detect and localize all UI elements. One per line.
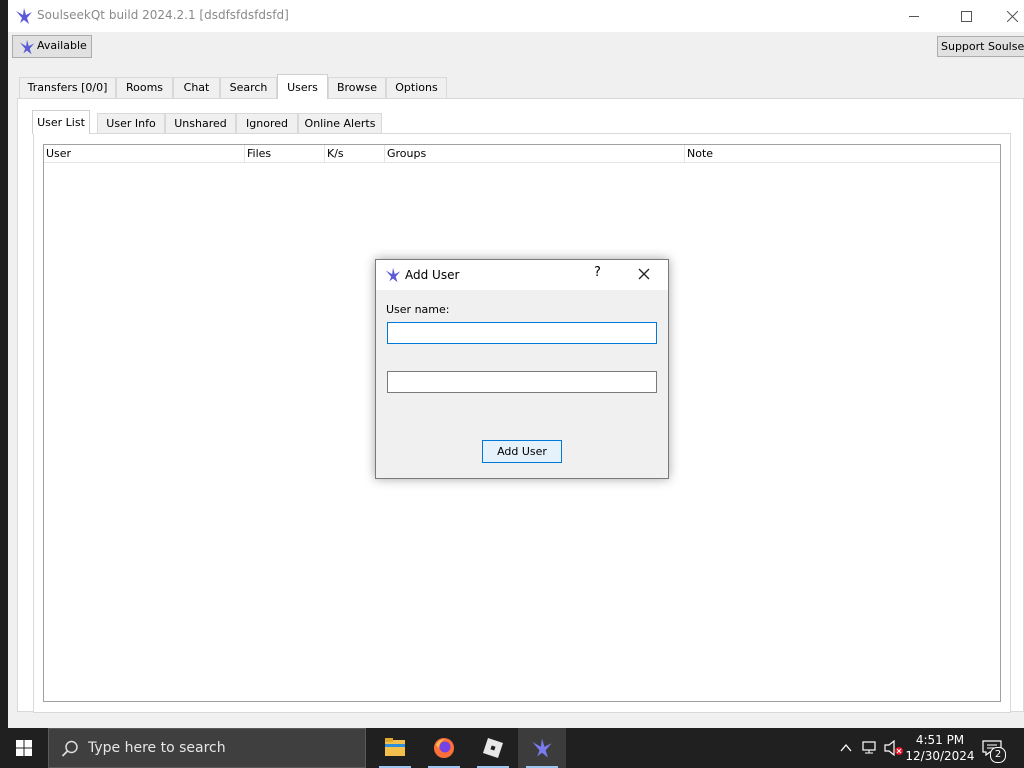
tab-rooms[interactable]: Rooms xyxy=(116,77,173,98)
tab-online-alerts[interactable]: Online Alerts xyxy=(298,113,382,134)
taskbar-file-explorer[interactable] xyxy=(371,728,419,768)
tab-user-info[interactable]: User Info xyxy=(97,113,165,134)
tab-label: Browse xyxy=(336,81,378,94)
tab-label: Rooms xyxy=(125,81,164,94)
file-explorer-icon xyxy=(385,738,405,756)
tab-options[interactable]: Options xyxy=(386,77,447,98)
taskbar-roblox[interactable] xyxy=(469,728,517,768)
tab-unshared[interactable]: Unshared xyxy=(165,113,236,134)
close-icon xyxy=(1007,11,1018,22)
status-label: Available xyxy=(37,39,87,52)
column-header-user[interactable]: User xyxy=(44,145,245,162)
toolbar: Available Support Soulseek xyxy=(8,32,1024,64)
search-icon xyxy=(61,740,78,757)
notification-count: 2 xyxy=(990,747,1006,763)
dialog-title-bar[interactable]: Add User ? xyxy=(376,260,668,290)
chevron-up-icon[interactable] xyxy=(839,741,853,755)
notification-center-button[interactable]: 2 xyxy=(982,728,1012,768)
add-user-dialog: Add User ? User name: Add User xyxy=(375,259,669,479)
taskbar: Type here to search 4:51 PM 12/30/2024 2 xyxy=(0,728,1024,768)
soulseek-bird-icon xyxy=(19,39,35,55)
clock-time: 4:51 PM xyxy=(915,733,965,747)
tab-chat[interactable]: Chat xyxy=(173,77,220,98)
column-header-kps[interactable]: K/s xyxy=(325,145,385,162)
soulseek-bird-icon xyxy=(532,738,552,758)
column-header-groups[interactable]: Groups xyxy=(385,145,685,162)
table-header: User Files K/s Groups Note xyxy=(44,145,1000,163)
minimize-icon xyxy=(909,16,919,17)
roblox-icon xyxy=(483,738,503,758)
help-button[interactable]: ? xyxy=(594,265,601,280)
tab-transfers[interactable]: Transfers [0/0] xyxy=(19,77,116,98)
tab-users[interactable]: Users xyxy=(277,74,328,99)
column-header-files[interactable]: Files xyxy=(245,145,325,162)
close-button[interactable] xyxy=(990,0,1024,32)
tab-label: Transfers [0/0] xyxy=(27,81,108,94)
column-header-note[interactable]: Note xyxy=(685,145,1000,162)
taskbar-soulseek[interactable] xyxy=(518,728,566,768)
tab-ignored[interactable]: Ignored xyxy=(236,113,298,134)
search-placeholder: Type here to search xyxy=(88,740,226,756)
tab-label: Users xyxy=(287,81,318,94)
tab-label: Search xyxy=(229,81,268,94)
taskbar-firefox[interactable] xyxy=(420,728,468,768)
add-user-button[interactable]: Add User xyxy=(482,440,562,463)
window-title: SoulseekQt build 2024.2.1 [dsdfsfdsfdsfd… xyxy=(37,8,289,22)
tab-label: Unshared xyxy=(174,117,227,130)
minimize-button[interactable] xyxy=(892,0,936,32)
user-name-label: User name: xyxy=(386,303,450,316)
dialog-title: Add User xyxy=(405,268,460,282)
taskbar-search[interactable]: Type here to search xyxy=(48,728,366,768)
tab-label: Chat xyxy=(183,81,210,94)
note-input[interactable] xyxy=(387,371,657,393)
tab-user-list[interactable]: User List xyxy=(32,110,90,134)
support-soulseek-button[interactable]: Support Soulseek xyxy=(937,36,1024,57)
network-disconnected-icon[interactable] xyxy=(862,740,880,756)
volume-muted-icon[interactable] xyxy=(884,740,904,756)
system-clock[interactable]: 4:51 PM 12/30/2024 xyxy=(904,732,976,764)
soulseek-bird-icon xyxy=(385,267,401,283)
tab-label: Options xyxy=(395,81,438,94)
tab-label: Online Alerts xyxy=(304,117,376,130)
tab-label: User List xyxy=(37,116,85,129)
support-label: Support Soulseek xyxy=(941,40,1024,53)
start-button[interactable] xyxy=(0,728,48,768)
tab-browse[interactable]: Browse xyxy=(328,77,386,98)
clock-date: 12/30/2024 xyxy=(905,749,975,763)
windows-logo-icon xyxy=(16,740,32,756)
tab-label: User Info xyxy=(106,117,156,130)
close-icon[interactable] xyxy=(638,268,650,280)
maximize-button[interactable] xyxy=(944,0,988,32)
tab-label: Ignored xyxy=(246,117,288,130)
title-bar[interactable]: SoulseekQt build 2024.2.1 [dsdfsfdsfdsfd… xyxy=(8,0,1024,32)
firefox-icon xyxy=(434,738,454,758)
soulseek-bird-icon xyxy=(16,8,32,24)
status-available-button[interactable]: Available xyxy=(12,35,92,58)
tab-search[interactable]: Search xyxy=(220,77,277,98)
maximize-icon xyxy=(961,11,972,22)
user-name-input[interactable] xyxy=(387,322,657,344)
